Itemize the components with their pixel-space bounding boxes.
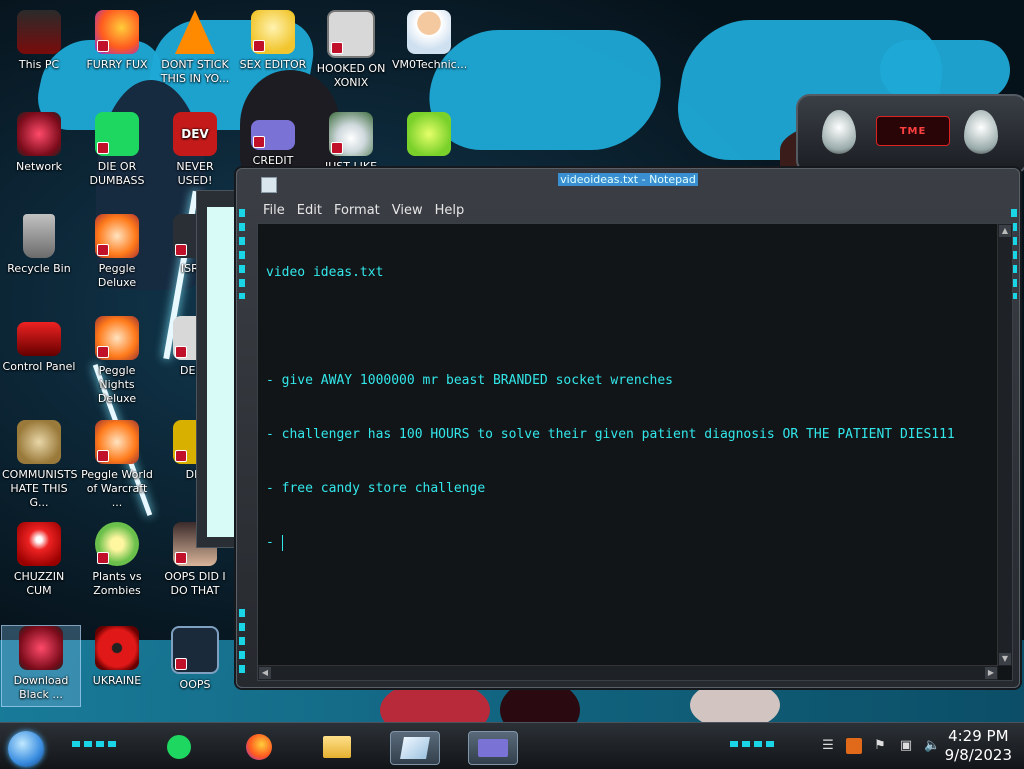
desktop-icon-this-pc[interactable]: This PC [0, 10, 78, 72]
taskbar-file-explorer[interactable] [316, 731, 358, 763]
desktop-icon-die-or-dumbass[interactable]: DIE OR DUMBASS [78, 112, 156, 188]
desktop-icon-recycle-bin[interactable]: Recycle Bin [0, 214, 78, 276]
decor-lights [730, 741, 776, 747]
volume-icon[interactable]: 🔈 [924, 738, 940, 754]
flower-icon [95, 522, 139, 566]
notepad-window[interactable]: videoideas.txt - Notepad File Edit Forma… [236, 168, 1020, 688]
text-line: - free candy store challenge [266, 481, 486, 496]
network-icon[interactable]: ▣ [898, 738, 914, 754]
clock-date: 9/8/2023 [944, 746, 1012, 764]
decor-lights [72, 741, 118, 747]
text-line: - give AWAY 1000000 mr beast BRANDED soc… [266, 373, 673, 388]
widget-label: TME [876, 116, 950, 146]
desktop-icon-vm0technic[interactable]: VM0Technic... [390, 10, 468, 72]
scroll-right-arrow-icon[interactable]: ▶ [985, 667, 997, 679]
spotify-icon [95, 112, 139, 156]
menu-file[interactable]: File [257, 201, 291, 221]
cartoon-face-icon [251, 10, 295, 54]
alien-head-icon [964, 110, 998, 154]
credit-card-app-icon [478, 739, 508, 757]
menu-help[interactable]: Help [429, 201, 471, 221]
doctor-icon [407, 10, 451, 54]
vertical-scrollbar[interactable]: ▲ ▼ [997, 224, 1012, 666]
monitor-icon [171, 626, 219, 674]
text-line: - challenger has 100 HOURS to solve thei… [266, 427, 955, 442]
menu-format[interactable]: Format [328, 201, 386, 221]
peggle-icon [95, 214, 139, 258]
taskbar-credit-card-app[interactable] [468, 731, 518, 765]
vlc-cone-icon [175, 10, 215, 54]
desktop-icon-peggle-deluxe[interactable]: Peggle Deluxe [78, 214, 156, 290]
document-text[interactable]: video ideas.txt - give AWAY 1000000 mr b… [266, 228, 990, 588]
desktop-icon-sex-editor[interactable]: SEX EDITOR [234, 10, 312, 72]
network-globe-icon [17, 112, 61, 156]
text-caret [281, 534, 283, 551]
menu-view[interactable]: View [386, 201, 429, 221]
firefox-icon [246, 734, 272, 760]
taskbar: ☰ ⚑ ▣ 🔈 4:29 PM 9/8/2023 [0, 722, 1024, 769]
desktop-icon-limewire[interactable] [390, 112, 468, 160]
taskbar-spotify[interactable] [158, 731, 200, 763]
desktop-icon-network[interactable]: Network [0, 112, 78, 174]
desktop-icon-hooked-on-xonix[interactable]: HOOKED ON XONIX [312, 10, 390, 90]
taskbar-firefox[interactable] [238, 731, 280, 763]
radiation-icon [95, 626, 139, 670]
window-title: videoideas.txt - Notepad [558, 173, 698, 186]
money-bag-icon [17, 420, 61, 464]
desktop-icon-communists[interactable]: COMMUNISTS HATE THIS G... [0, 420, 78, 510]
credit-card-icon [251, 120, 295, 150]
alienware-widget: TME [796, 94, 1024, 174]
text-line: - [266, 534, 283, 551]
scroll-left-arrow-icon[interactable]: ◀ [259, 667, 271, 679]
text-line [266, 318, 990, 336]
desktop-icon-oops[interactable]: OOPS [156, 626, 234, 692]
desktop-icon-download-black[interactable]: Download Black ... [1, 625, 81, 707]
spotify-icon [167, 735, 191, 759]
firefox-icon [95, 10, 139, 54]
lime-icon [407, 112, 451, 156]
dev-cpp-icon: DEV [173, 112, 217, 156]
desktop-icon-control-panel[interactable]: Control Panel [0, 316, 78, 374]
taskbar-notepad[interactable] [390, 731, 440, 765]
computer-icon [17, 10, 61, 54]
menu-lines-icon[interactable]: ☰ [820, 738, 836, 754]
clock[interactable]: 4:29 PM 9/8/2023 [945, 727, 1012, 765]
text-editor-area[interactable]: video ideas.txt - give AWAY 1000000 mr b… [257, 223, 1013, 681]
desktop-icon-furry-fux[interactable]: FURRY FUX [78, 10, 156, 72]
desktop-icon-ukraine[interactable]: UKRAINE [78, 626, 156, 688]
decor-lights [239, 609, 245, 679]
desktop-icon-never-used[interactable]: DEV NEVER USED! [156, 112, 234, 188]
desktop-icon-pvz[interactable]: Plants vs Zombies [78, 522, 156, 598]
menu-edit[interactable]: Edit [291, 201, 328, 221]
desktop-icon-chuzzin[interactable]: CHUZZIN CUM [0, 522, 78, 598]
globe-icon [19, 626, 63, 670]
text-line: video ideas.txt [266, 265, 384, 280]
recycle-bin-icon [23, 214, 55, 258]
desktop-icon-peggle-wow[interactable]: Peggle World of Warcraft ... [78, 420, 156, 510]
desktop-icon-dont-stick[interactable]: DONT STICK THIS IN YO... [156, 10, 234, 86]
clock-time: 4:29 PM [948, 727, 1009, 745]
system-tray: ☰ ⚑ ▣ 🔈 [820, 731, 940, 761]
desktop-icon-peggle-nights[interactable]: Peggle Nights Deluxe [78, 316, 156, 406]
app-tray-icon[interactable] [846, 738, 862, 754]
file-explorer-icon [323, 736, 351, 758]
alien-head-icon [822, 110, 856, 154]
xonix-icon [327, 10, 375, 58]
flag-icon[interactable]: ⚑ [872, 738, 888, 754]
horizontal-scrollbar[interactable]: ◀ ▶ [258, 665, 998, 680]
notepad-icon [400, 737, 430, 759]
control-panel-icon [17, 322, 61, 356]
chuzzle-icon [17, 522, 61, 566]
peggle-icon [95, 420, 139, 464]
peggle-icon [95, 316, 139, 360]
scroll-down-arrow-icon[interactable]: ▼ [999, 653, 1011, 665]
decor-lights [239, 209, 245, 299]
santa-icon [329, 112, 373, 156]
start-button[interactable] [8, 731, 44, 767]
scroll-up-arrow-icon[interactable]: ▲ [999, 225, 1011, 237]
menu-bar: File Edit Format View Help [257, 201, 470, 221]
desktop-icon-just-like[interactable]: JUST LIKE [312, 112, 390, 174]
